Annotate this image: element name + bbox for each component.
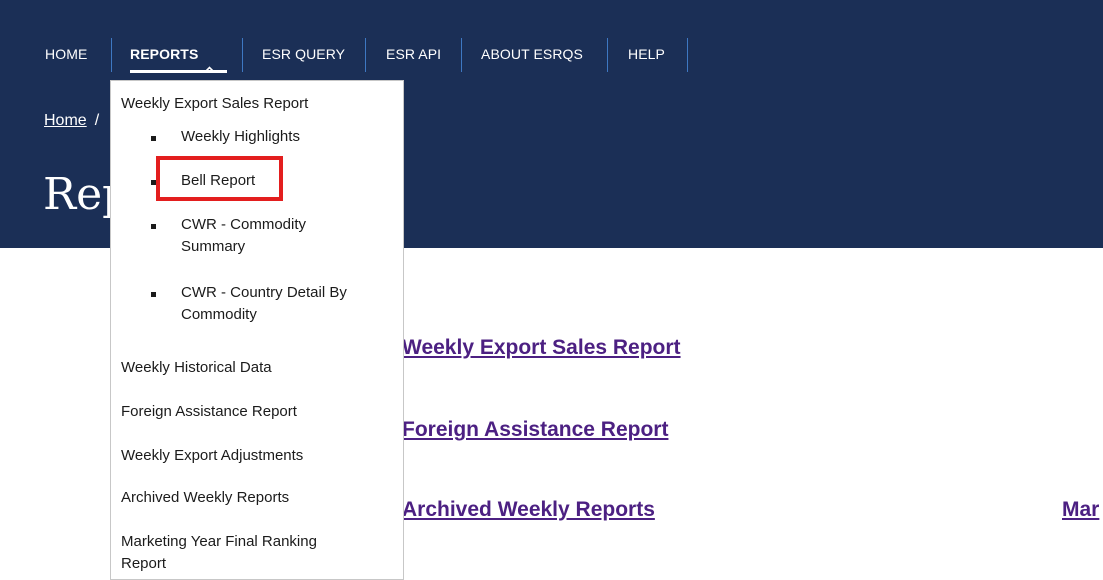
nav-help[interactable]: HELP bbox=[628, 34, 665, 74]
nav-home[interactable]: HOME bbox=[45, 34, 87, 74]
nav-separator bbox=[365, 38, 366, 72]
nav-separator bbox=[461, 38, 462, 72]
link-archived-weekly-reports[interactable]: Archived Weekly Reports bbox=[402, 498, 655, 522]
breadcrumb-home-link[interactable]: Home bbox=[44, 112, 87, 129]
nav-separator bbox=[111, 38, 112, 72]
nav-esr-query[interactable]: ESR QUERY bbox=[262, 34, 345, 74]
nav-about-esrqs[interactable]: ABOUT ESRQS bbox=[481, 34, 583, 74]
bullet-icon bbox=[151, 224, 156, 229]
menu-cwr-country-detail[interactable]: CWR - Country Detail By Commodity bbox=[181, 282, 391, 326]
link-marketing-year-final-ranking[interactable]: Mar bbox=[1062, 498, 1099, 522]
menu-weekly-historical-data[interactable]: Weekly Historical Data bbox=[121, 357, 272, 379]
breadcrumb-separator: / bbox=[94, 112, 100, 129]
nav-separator bbox=[687, 38, 688, 72]
menu-marketing-year-final-ranking[interactable]: Marketing Year Final Ranking Report bbox=[121, 531, 361, 575]
nav-separator bbox=[242, 38, 243, 72]
menu-archived-weekly-reports[interactable]: Archived Weekly Reports bbox=[121, 487, 289, 509]
bullet-icon bbox=[151, 136, 156, 141]
menu-cwr-commodity-summary[interactable]: CWR - Commodity Summary bbox=[181, 214, 361, 258]
chevron-up-icon bbox=[204, 50, 215, 72]
reports-dropdown-menu: Weekly Export Sales Report Weekly Highli… bbox=[110, 80, 404, 580]
nav-active-indicator bbox=[130, 70, 227, 73]
menu-weekly-export-sales-report[interactable]: Weekly Export Sales Report bbox=[121, 93, 308, 115]
menu-weekly-export-adjustments[interactable]: Weekly Export Adjustments bbox=[121, 445, 303, 467]
breadcrumb: Home / bbox=[44, 112, 99, 130]
nav-reports[interactable]: REPORTS bbox=[130, 34, 215, 74]
menu-foreign-assistance-report[interactable]: Foreign Assistance Report bbox=[121, 401, 297, 423]
menu-weekly-highlights[interactable]: Weekly Highlights bbox=[181, 126, 300, 148]
nav-reports-label: REPORTS bbox=[130, 46, 199, 62]
nav-esr-api[interactable]: ESR API bbox=[386, 34, 441, 74]
link-weekly-export-sales-report[interactable]: Weekly Export Sales Report bbox=[402, 336, 681, 360]
highlight-annotation-box bbox=[156, 156, 283, 201]
nav-separator bbox=[607, 38, 608, 72]
bullet-icon bbox=[151, 292, 156, 297]
link-foreign-assistance-report[interactable]: Foreign Assistance Report bbox=[402, 418, 668, 442]
